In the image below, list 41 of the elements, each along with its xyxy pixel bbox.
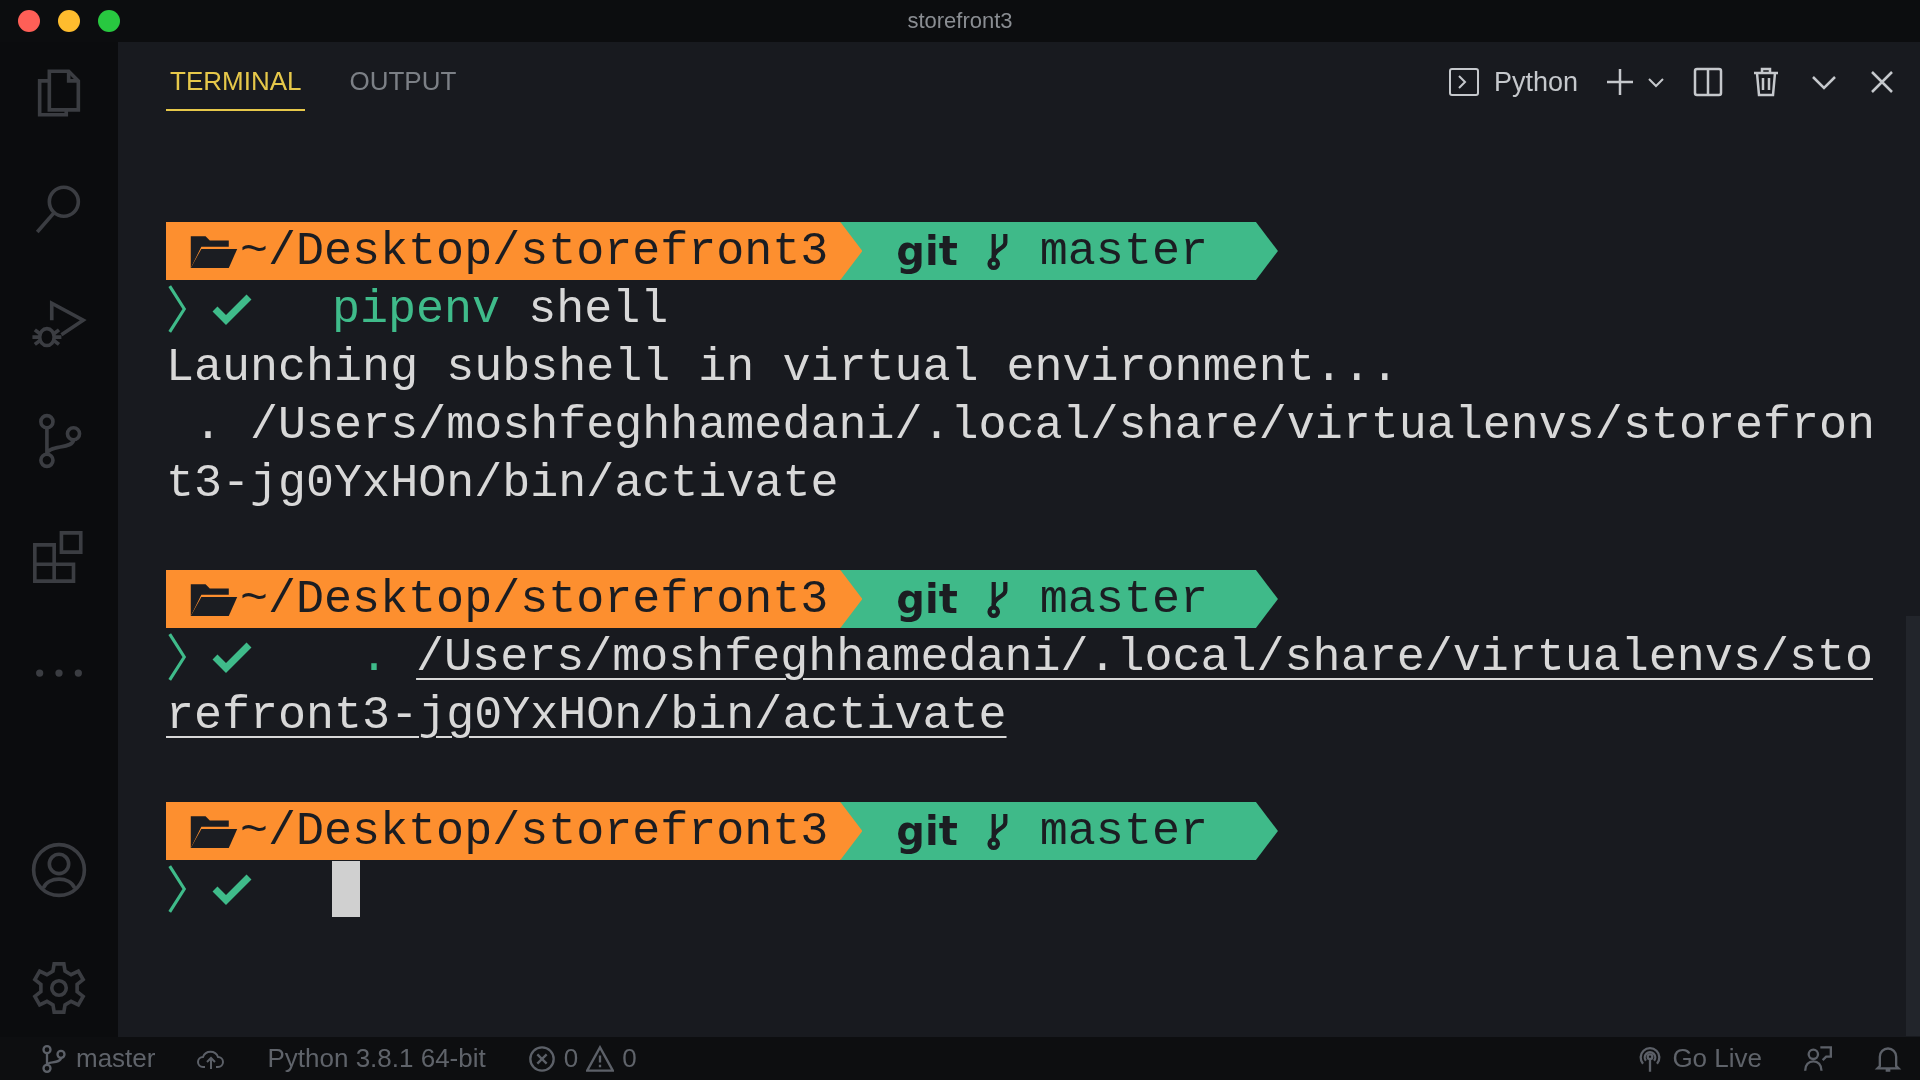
terminal-icon xyxy=(1447,66,1480,98)
interpreter-status-item[interactable]: Python 3.8.1 64-bit xyxy=(267,1043,486,1074)
output-line: . /Users/moshfeghhamedani/.local/share/virtualenvs/storefron xyxy=(193,398,1876,452)
command-text: . /Users/moshfeghhamedani/.local/share/virtualenvs/sto xyxy=(359,630,1873,684)
check-icon xyxy=(212,873,252,905)
settings-icon[interactable] xyxy=(30,959,88,1017)
terminal-select-button[interactable]: Python xyxy=(1447,66,1578,98)
account-icon[interactable] xyxy=(30,841,88,899)
warning-icon xyxy=(586,1044,615,1073)
go-live-status-item[interactable]: Go Live xyxy=(1636,1043,1762,1074)
plus-icon[interactable] xyxy=(1604,66,1636,98)
zoom-window-button[interactable] xyxy=(98,10,120,32)
error-icon xyxy=(527,1044,556,1073)
prompt-path-segment: ~/Desktop/storefront3 xyxy=(166,222,863,280)
output-line: Launching subshell in virtual environment... xyxy=(166,340,1399,394)
scrollbar[interactable] xyxy=(1906,616,1920,1036)
split-icon[interactable] xyxy=(1692,66,1724,98)
prompt-git-segment: git master xyxy=(840,222,1278,280)
window-title: storefront3 xyxy=(907,8,1013,34)
check-icon xyxy=(212,293,252,325)
minimize-window-button[interactable] xyxy=(58,10,80,32)
problems-status-item[interactable]: 0 0 xyxy=(527,1043,637,1074)
command-text: pipenv shell xyxy=(332,282,669,336)
prompt-chevron-icon xyxy=(166,863,188,915)
check-icon xyxy=(212,641,252,673)
prompt-chevron-icon xyxy=(166,631,188,683)
prompt-git-segment: git master xyxy=(840,802,1278,860)
prompt-chevron-icon xyxy=(166,283,188,335)
bell-icon[interactable] xyxy=(1874,1044,1902,1073)
branch-icon xyxy=(40,1044,68,1073)
text-cursor xyxy=(332,861,360,917)
panel-tab[interactable]: OUTPUT xyxy=(345,42,461,111)
output-line: refront3-jg0YxHOn/bin/activate xyxy=(166,688,1007,742)
branch-status-item[interactable]: master xyxy=(40,1043,156,1074)
output-line: t3-jg0YxHOn/bin/activate xyxy=(166,456,839,510)
feedback-icon[interactable] xyxy=(1804,1044,1832,1073)
prompt-path-segment: ~/Desktop/storefront3 xyxy=(166,570,863,628)
close-window-button[interactable] xyxy=(18,10,40,32)
prompt-git-segment: git master xyxy=(840,570,1278,628)
prompt-path-segment: ~/Desktop/storefront3 xyxy=(166,802,863,860)
panel-tab[interactable]: TERMINAL xyxy=(166,42,306,111)
